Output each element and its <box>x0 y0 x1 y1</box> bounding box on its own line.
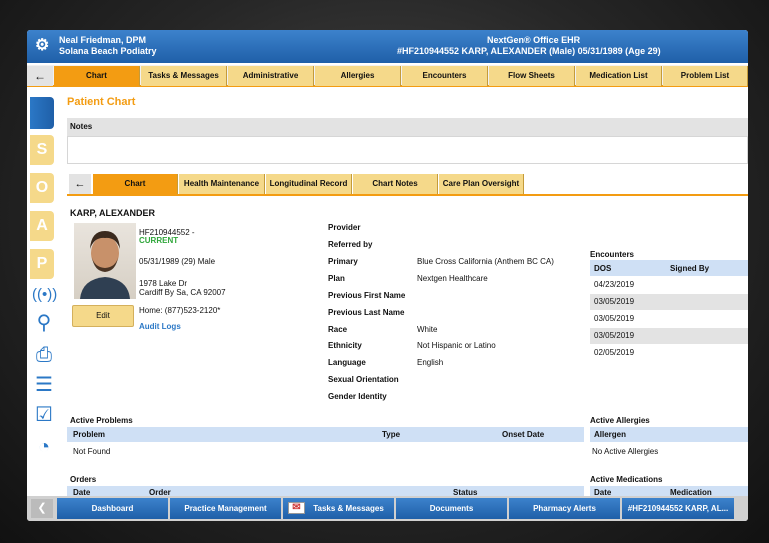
allergies-empty-text: No Active Allergies <box>592 447 659 456</box>
label-ethnicity: Ethnicity <box>328 341 362 350</box>
tab-chart[interactable]: Chart <box>54 66 140 86</box>
tab-encounters[interactable]: Encounters <box>402 66 488 86</box>
tab-tasks-messages[interactable]: Tasks & Messages <box>141 66 227 86</box>
encounter-row[interactable]: 03/05/2019 <box>590 294 748 310</box>
active-medications-title: Active Medications <box>590 475 663 484</box>
subtab-care-plan-oversight[interactable]: Care Plan Oversight <box>439 174 524 194</box>
tab-problem-list[interactable]: Problem List <box>663 66 748 86</box>
patient-photo <box>74 223 136 299</box>
encounter-row[interactable]: 03/05/2019 <box>590 311 748 327</box>
notes-header: Notes <box>67 118 748 136</box>
soap-o-tab[interactable]: O <box>30 173 54 203</box>
tab-administrative[interactable]: Administrative <box>228 66 314 86</box>
value-plan: Nextgen Healthcare <box>417 274 488 283</box>
page-title: Patient Chart <box>67 96 136 108</box>
taskbar-dashboard[interactable]: Dashboard <box>57 498 168 519</box>
encounters-col-dos: DOS <box>594 264 612 273</box>
patient-status: CURRENT <box>139 236 179 245</box>
value-primary: Blue Cross California (Anthem BC CA) <box>417 257 554 266</box>
active-problems-title: Active Problems <box>70 416 133 425</box>
label-sexual-orientation: Sexual Orientation <box>328 375 399 384</box>
label-provider: Provider <box>328 223 361 232</box>
value-race: White <box>417 325 438 334</box>
taskbar-back-arrow-icon[interactable]: ❮ <box>31 499 53 518</box>
subtab-chart[interactable]: Chart <box>93 174 178 194</box>
envelope-icon: ✉ <box>288 502 305 514</box>
address-line-2: Cardiff By Sa, CA 92007 <box>139 288 226 297</box>
label-plan: Plan <box>328 274 345 283</box>
problems-col-onset-date: Onset Date <box>502 430 545 439</box>
patient-dob: 05/31/1989 (29) Male <box>139 257 216 266</box>
taskbar-pharmacy-alerts[interactable]: Pharmacy Alerts <box>509 498 620 519</box>
printer-icon[interactable]: ⎙ <box>32 343 56 367</box>
tab-flow-sheets[interactable]: Flow Sheets <box>489 66 575 86</box>
back-arrow-icon[interactable]: ← <box>27 66 53 86</box>
problems-empty-text: Not Found <box>73 447 111 456</box>
address-line-1: 1978 Lake Dr <box>139 279 188 288</box>
problems-col-problem: Problem <box>73 430 106 439</box>
encounters-col-signed-by: Signed By <box>670 264 710 273</box>
label-previous-first-name: Previous First Name <box>328 291 406 300</box>
encounters-title: Encounters <box>590 250 635 259</box>
desktop-background: ⚙ Neal Friedman, DPM Solana Beach Podiat… <box>0 0 769 543</box>
label-race: Race <box>328 325 348 334</box>
gear-icon[interactable]: ⚙ <box>35 38 51 54</box>
user-name: Neal Friedman, DPM <box>59 35 147 45</box>
label-language: Language <box>328 358 366 367</box>
sidebar-tab-main[interactable] <box>30 97 54 129</box>
sidebar: S O A P ((•)) ⚲ ⎙ ☰ ☑ ◔ <box>27 89 59 487</box>
orders-title: Orders <box>70 475 97 484</box>
problems-header: Problem Type Onset Date <box>67 427 584 442</box>
title-bar: ⚙ Neal Friedman, DPM Solana Beach Podiat… <box>27 30 748 63</box>
encounter-row[interactable]: 04/23/2019 <box>590 277 748 293</box>
encounters-header: DOS Signed By <box>590 260 748 276</box>
app-name: NextGen® Office EHR <box>487 35 581 45</box>
ehr-window: ⚙ Neal Friedman, DPM Solana Beach Podiat… <box>27 30 748 521</box>
practice-name: Solana Beach Podiatry <box>59 46 157 56</box>
list-icon[interactable]: ☰ <box>32 373 56 397</box>
wireless-icon[interactable]: ((•)) <box>32 283 57 307</box>
taskbar-patient[interactable]: #HF210944552 KARP, AL... <box>622 498 734 519</box>
label-gender-identity: Gender Identity <box>328 392 387 401</box>
soap-a-tab[interactable]: A <box>30 211 54 241</box>
patient-phone: Home: (877)523-2120* <box>139 306 221 315</box>
taskbar-documents[interactable]: Documents <box>396 498 507 519</box>
chart-subtabs: ← Chart Health Maintenance Longitudinal … <box>67 173 748 196</box>
label-previous-last-name: Previous Last Name <box>328 308 405 317</box>
soap-p-tab[interactable]: P <box>30 249 54 279</box>
checklist-icon[interactable]: ☑ <box>32 403 56 427</box>
allergies-header: Allergen <box>590 427 748 442</box>
encounter-row[interactable]: 03/05/2019 <box>590 328 748 344</box>
patient-banner: #HF210944552 KARP, ALEXANDER (Male) 05/3… <box>397 46 661 56</box>
subtab-health-maintenance[interactable]: Health Maintenance <box>179 174 265 194</box>
value-language: English <box>417 358 444 367</box>
label-referred-by: Referred by <box>328 240 373 249</box>
taskbar-practice-management[interactable]: Practice Management <box>170 498 281 519</box>
active-allergies-title: Active Allergies <box>590 416 650 425</box>
allergies-col-allergen: Allergen <box>594 430 627 439</box>
tab-allergies[interactable]: Allergies <box>315 66 401 86</box>
main-tabs: ← Chart Tasks & Messages Administrative … <box>27 65 748 87</box>
problems-col-type: Type <box>382 430 401 439</box>
patient-name: KARP, ALEXANDER <box>70 208 156 218</box>
patient-avatar-icon <box>80 231 130 299</box>
edit-button[interactable]: Edit <box>72 305 134 327</box>
dashboard-gauge-icon[interactable]: ◔ <box>32 435 56 459</box>
audit-logs-link[interactable]: Audit Logs <box>139 322 181 331</box>
search-icon[interactable]: ⚲ <box>32 311 56 335</box>
notes-field[interactable] <box>67 136 748 164</box>
taskbar-tasks-messages[interactable]: ✉ Tasks & Messages <box>283 498 394 519</box>
subtab-chart-notes[interactable]: Chart Notes <box>353 174 438 194</box>
taskbar-tasks-label: Tasks & Messages <box>313 504 384 513</box>
soap-s-tab[interactable]: S <box>30 135 54 165</box>
encounter-row[interactable]: 02/05/2019 <box>590 345 748 361</box>
value-ethnicity: Not Hispanic or Latino <box>417 341 496 350</box>
tab-medication-list[interactable]: Medication List <box>576 66 662 86</box>
subtab-back-arrow-icon[interactable]: ← <box>69 174 91 194</box>
bottom-taskbar: ❮ Dashboard Practice Management ✉ Tasks … <box>27 496 748 521</box>
subtab-longitudinal-record[interactable]: Longitudinal Record <box>266 174 352 194</box>
label-primary: Primary <box>328 257 358 266</box>
